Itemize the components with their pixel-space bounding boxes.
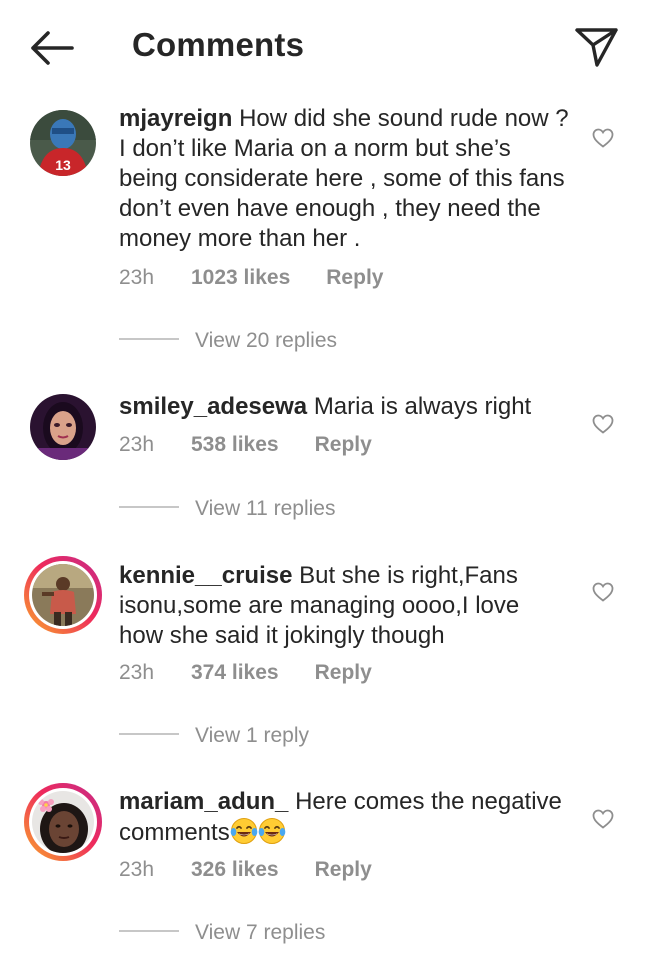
- comment-likes[interactable]: 538 likes: [191, 433, 279, 457]
- view-replies-label: View 7 replies: [195, 921, 326, 944]
- comment-meta: 23h 538 likes Reply: [119, 433, 372, 457]
- divider-line: [119, 733, 179, 736]
- heart-icon[interactable]: [592, 809, 614, 829]
- comment-body: Maria is always right: [313, 393, 532, 420]
- header-bar: Comments: [0, 0, 654, 95]
- heart-icon[interactable]: [592, 582, 614, 602]
- paper-plane-icon: [575, 28, 618, 67]
- divider-line: [119, 338, 179, 341]
- view-replies-button[interactable]: View 1 reply: [119, 724, 309, 748]
- comment-text: mjayreign How did she sound rude now ? I…: [119, 104, 569, 254]
- comment-likes[interactable]: 326 likes: [191, 858, 279, 882]
- laughing-crying-emoji-icon: [230, 818, 258, 844]
- comment-time: 23h: [119, 661, 155, 684]
- comment-time: 23h: [119, 858, 155, 881]
- comment-text: mariam_adun_ Here comes the negative com…: [119, 787, 569, 848]
- comment-time: 23h: [119, 266, 155, 289]
- heart-icon[interactable]: [592, 128, 614, 148]
- view-replies-label: View 1 reply: [195, 724, 310, 747]
- arrow-left-icon: [31, 31, 74, 65]
- profile-photo: [32, 564, 94, 626]
- reply-button[interactable]: Reply: [315, 858, 372, 882]
- reply-button[interactable]: Reply: [315, 661, 372, 685]
- svg-text:13: 13: [55, 157, 71, 173]
- profile-photo: [32, 791, 94, 853]
- comment-meta: 23h 1023 likes Reply: [119, 266, 383, 290]
- laughing-crying-emoji-icon: [258, 818, 286, 844]
- comment-username[interactable]: mjayreign: [119, 105, 232, 132]
- view-replies-button[interactable]: View 20 replies: [119, 329, 337, 353]
- comment-username[interactable]: mariam_adun_: [119, 788, 288, 815]
- back-button[interactable]: [28, 28, 74, 68]
- page-title: Comments: [132, 26, 305, 63]
- avatar[interactable]: 13: [24, 104, 102, 182]
- divider-line: [119, 930, 179, 933]
- view-replies-label: View 11 replies: [195, 497, 336, 520]
- view-replies-button[interactable]: View 7 replies: [119, 921, 325, 945]
- comment-username[interactable]: kennie__cruise: [119, 562, 292, 589]
- reply-button[interactable]: Reply: [326, 266, 383, 290]
- comment-meta: 23h 374 likes Reply: [119, 661, 372, 685]
- comment-meta: 23h 326 likes Reply: [119, 858, 372, 882]
- avatar[interactable]: [24, 783, 102, 861]
- divider-line: [119, 506, 179, 509]
- comment-time: 23h: [119, 433, 155, 456]
- comment-username[interactable]: smiley_adesewa: [119, 393, 307, 420]
- comment-text: kennie__cruise But she is right,Fans iso…: [119, 561, 569, 651]
- view-replies-label: View 20 replies: [195, 329, 338, 352]
- avatar[interactable]: [24, 388, 102, 466]
- view-replies-button[interactable]: View 11 replies: [119, 497, 335, 521]
- profile-photo: 13: [30, 110, 96, 176]
- reply-button[interactable]: Reply: [315, 433, 372, 457]
- comment-text: smiley_adesewa Maria is always right: [119, 392, 569, 422]
- comment-likes[interactable]: 374 likes: [191, 661, 279, 685]
- profile-photo: [30, 394, 96, 460]
- avatar[interactable]: [24, 556, 102, 634]
- comment-likes[interactable]: 1023 likes: [191, 266, 290, 290]
- share-button[interactable]: [573, 25, 619, 69]
- heart-icon[interactable]: [592, 414, 614, 434]
